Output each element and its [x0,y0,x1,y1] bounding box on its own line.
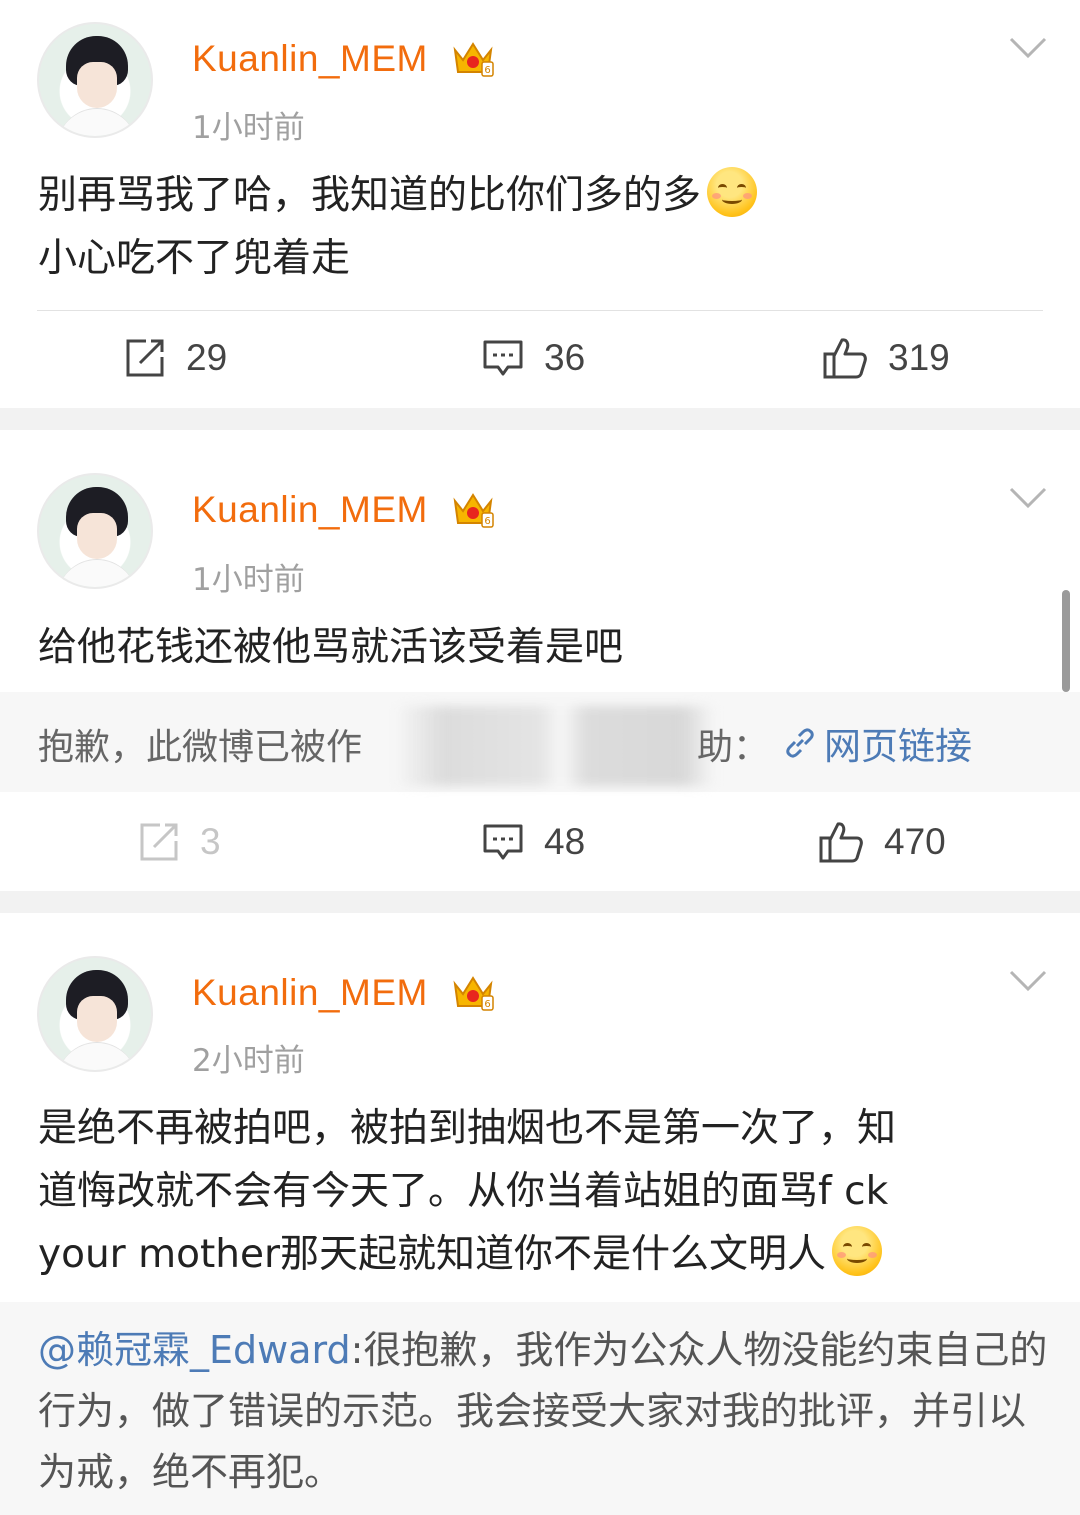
repost-count: 29 [186,337,228,378]
notice-text: 抱歉，此微博已被作 [38,727,363,768]
repost-icon [126,339,164,377]
comment-count: 48 [544,821,586,862]
comment-icon [483,824,523,860]
chevron-down-icon[interactable] [1008,486,1048,510]
svg-text:6: 6 [484,516,490,527]
quoted-post[interactable]: @赖冠霖_Edward:很抱歉，我作为公众人物没能约束自己的行为，做了错误的示范… [0,1302,1080,1515]
svg-text:6: 6 [484,65,490,76]
avatar[interactable] [37,956,153,1072]
avatar[interactable] [37,473,153,589]
like-count: 470 [884,821,946,862]
avatar[interactable] [37,22,153,138]
web-link[interactable]: 网页链接 [782,716,972,770]
like-button[interactable]: 319 [822,333,950,383]
quoted-text: @赖冠霖_Edward:很抱歉，我作为公众人物没能约束自己的行为，做了错误的示范… [38,1328,1048,1494]
like-icon [819,822,863,863]
scrollbar[interactable] [1062,590,1070,692]
weibo-post-2: Kuanlin_MEM 6 1小时前 给他花钱还被他骂就活该受着是吧 抱歉，此微… [0,430,1080,891]
repost-icon [140,823,178,861]
comment-button[interactable]: 48 [482,817,585,867]
crown-icon: 6 [453,493,494,528]
post-text: 给他花钱还被他骂就活该受着是吧 [38,625,624,670]
username[interactable]: Kuanlin_MEM [192,489,428,531]
comment-icon [483,340,523,376]
username[interactable]: Kuanlin_MEM [192,972,428,1014]
web-link-label: 网页链接 [824,725,972,768]
link-icon [786,728,814,758]
post-time: 1小时前 [192,110,305,146]
crown-icon: 6 [453,42,494,77]
notice-tail: 助： [697,727,770,768]
svg-text:6: 6 [484,999,490,1010]
post-time: 1小时前 [192,562,305,598]
smile-emoji-icon [707,167,758,217]
like-count: 319 [888,337,950,378]
deleted-notice: 抱歉，此微博已被作 助： 网页链接 [0,692,1080,792]
like-icon [823,338,867,379]
repost-button[interactable]: 29 [124,333,227,383]
comment-count: 36 [544,337,586,378]
repost-count: 3 [200,821,221,862]
chevron-down-icon[interactable] [1008,36,1048,60]
post-time: 2小时前 [192,1043,305,1079]
username[interactable]: Kuanlin_MEM [192,38,428,80]
mention-link[interactable]: @赖冠霖_Edward [38,1328,351,1372]
comment-button[interactable]: 36 [482,333,585,383]
smile-emoji-icon [831,1226,882,1276]
blurred-area [395,706,715,786]
post-text: 别再骂我了哈，我知道的比你们多的多 小心吃不了兜着走 [38,164,1048,290]
divider [37,310,1043,311]
post-text: 是绝不再被拍吧，被拍到抽烟也不是第一次了，知 道悔改就不会有今天了。从你当着站姐… [38,1106,897,1277]
like-button[interactable]: 470 [818,817,946,867]
crown-icon: 6 [453,976,494,1011]
weibo-post-1: Kuanlin_MEM 6 1小时前 别再骂我了哈，我知道的比你们多的多 小心吃… [0,0,1080,408]
repost-button[interactable]: 3 [138,817,221,867]
chevron-down-icon[interactable] [1008,969,1048,993]
